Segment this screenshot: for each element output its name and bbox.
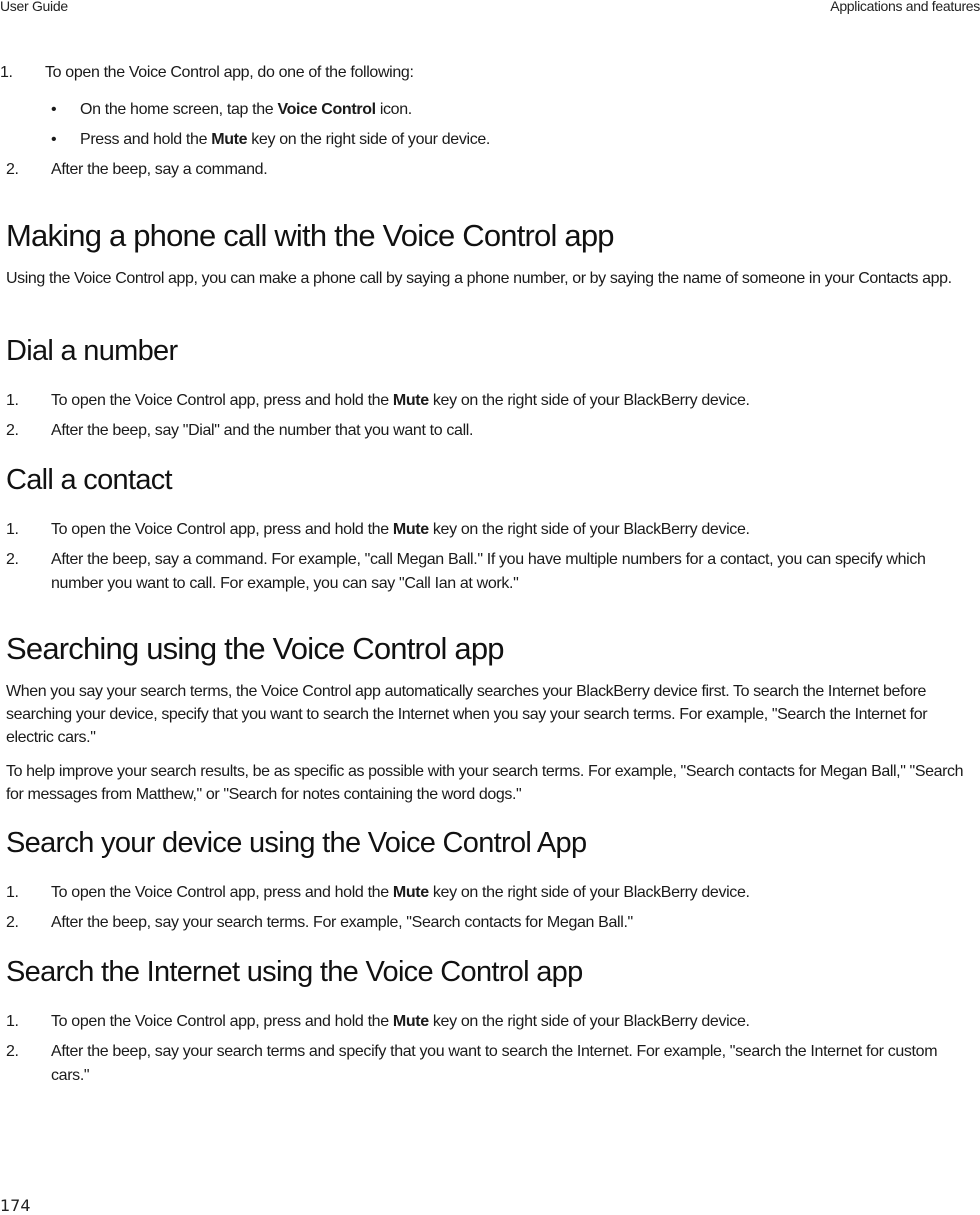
section-title-phone-call: Making a phone call with the Voice Contr… xyxy=(6,218,615,253)
subsection-title-call-contact: Call a contact xyxy=(6,464,173,496)
step-text: To open the Voice Control app, press and… xyxy=(51,1010,974,1034)
step-number: 1. xyxy=(6,884,19,901)
bullet-dot: • xyxy=(51,131,57,148)
page-number: 174 xyxy=(0,1196,31,1215)
step-number: 1. xyxy=(0,64,13,81)
step-number: 2. xyxy=(6,914,19,931)
step-text-post: key on the right side of your BlackBerry… xyxy=(428,1013,750,1030)
step-text: After the beep, say "Dial" and the numbe… xyxy=(51,422,474,439)
header-doc-title: User Guide xyxy=(0,0,68,14)
step-number: 1. xyxy=(6,392,19,409)
step-text-bold: Mute xyxy=(392,521,429,538)
step-number: 2. xyxy=(6,1043,19,1060)
subsection-title-search-internet: Search the Internet using the Voice Cont… xyxy=(6,956,583,988)
step-text-post: key on the right side of your BlackBerry… xyxy=(428,884,750,901)
step-text: After the beep, say your search terms an… xyxy=(51,1043,938,1084)
bullet-text-post: icon. xyxy=(375,101,412,118)
step-text-bold: Mute xyxy=(392,392,429,409)
bullet-text: On the home screen, tap the Voice Contro… xyxy=(80,98,940,122)
step-number: 1. xyxy=(6,1013,19,1030)
step-text: After the beep, say your search terms. F… xyxy=(51,914,633,931)
page-header: User Guide Applications and features xyxy=(0,0,980,16)
step-text: After the beep, say a command. For examp… xyxy=(51,551,926,592)
step-text-bold: Mute xyxy=(392,1013,429,1030)
bullet-text-bold: Voice Control xyxy=(277,101,376,118)
step-number: 2. xyxy=(6,161,19,178)
bullet-text-pre: Press and hold the xyxy=(80,131,212,148)
subsection-title-search-device: Search your device using the Voice Contr… xyxy=(6,827,587,859)
step-text-pre: To open the Voice Control app, press and… xyxy=(51,1013,393,1030)
subsection-title-dial-number: Dial a number xyxy=(6,335,178,367)
step-text: To open the Voice Control app, do one of… xyxy=(45,64,414,81)
step-text-pre: To open the Voice Control app, press and… xyxy=(51,884,393,901)
step-text-post: key on the right side of your BlackBerry… xyxy=(428,392,750,409)
step-number: 1. xyxy=(6,521,19,538)
section-title-searching: Searching using the Voice Control app xyxy=(6,631,505,666)
section-description-phone-call: Using the Voice Control app, you can mak… xyxy=(6,270,952,287)
step-number: 2. xyxy=(6,551,19,568)
bullet-text: Press and hold the Mute key on the right… xyxy=(80,128,940,152)
step-text-post: key on the right side of your BlackBerry… xyxy=(428,521,750,538)
step-number: 2. xyxy=(6,422,19,439)
step-text: After the beep, say a command. xyxy=(51,161,268,178)
bullet-dot: • xyxy=(51,101,57,118)
step-text: To open the Voice Control app, press and… xyxy=(51,518,974,542)
step-text: To open the Voice Control app, press and… xyxy=(51,881,974,905)
step-text: To open the Voice Control app, press and… xyxy=(51,389,974,413)
bullet-text-post: key on the right side of your device. xyxy=(247,131,490,148)
step-text-pre: To open the Voice Control app, press and… xyxy=(51,521,393,538)
bullet-text-pre: On the home screen, tap the xyxy=(80,101,278,118)
step-text-bold: Mute xyxy=(392,884,429,901)
search-paragraph-2: To help improve your search results, be … xyxy=(6,763,964,803)
search-paragraph-1: When you say your search terms, the Voic… xyxy=(6,683,928,746)
bullet-text-bold: Mute xyxy=(211,131,248,148)
header-chapter-title: Applications and features xyxy=(830,0,980,14)
step-text-pre: To open the Voice Control app, press and… xyxy=(51,392,393,409)
